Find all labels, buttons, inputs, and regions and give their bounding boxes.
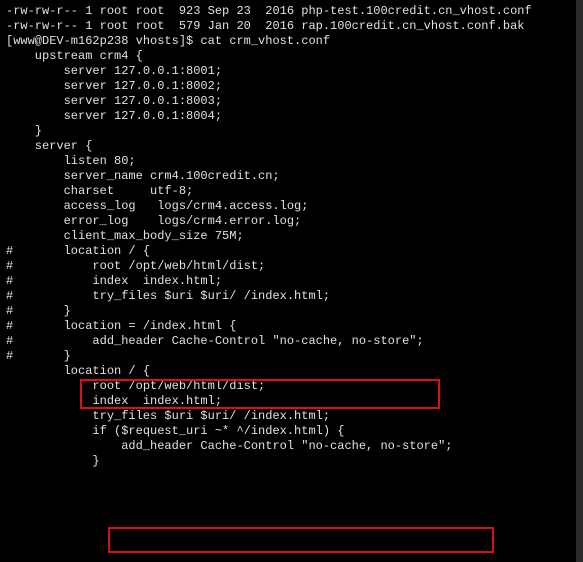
config-line-commented: # location / { <box>6 244 577 259</box>
config-line: error_log logs/crm4.error.log; <box>6 214 577 229</box>
config-line: try_files $uri $uri/ /index.html; <box>6 409 577 424</box>
config-line-commented: # } <box>6 304 577 319</box>
config-line: server 127.0.0.1:8002; <box>6 79 577 94</box>
config-line-commented: # index index.html; <box>6 274 577 289</box>
config-line: server { <box>6 139 577 154</box>
config-line: server 127.0.0.1:8004; <box>6 109 577 124</box>
config-line: location / { <box>6 364 577 379</box>
ls-output-line: -rw-rw-r-- 1 root root 923 Sep 23 2016 p… <box>6 4 577 19</box>
config-line: charset utf-8; <box>6 184 577 199</box>
annotation-highlight-box <box>108 527 494 553</box>
config-line: add_header Cache-Control "no-cache, no-s… <box>6 439 577 454</box>
prompt-user-host: [www@DEV-m162p238 vhosts]$ <box>6 34 193 48</box>
ls-output-line: -rw-rw-r-- 1 root root 579 Jan 20 2016 r… <box>6 19 577 34</box>
config-line-commented: # root /opt/web/html/dist; <box>6 259 577 274</box>
config-line-commented: # try_files $uri $uri/ /index.html; <box>6 289 577 304</box>
config-line: listen 80; <box>6 154 577 169</box>
config-line: root /opt/web/html/dist; <box>6 379 577 394</box>
config-line: server 127.0.0.1:8003; <box>6 94 577 109</box>
config-line: } <box>6 454 577 469</box>
vertical-scrollbar[interactable] <box>576 0 583 562</box>
config-line: index index.html; <box>6 394 577 409</box>
shell-command: cat crm_vhost.conf <box>200 34 330 48</box>
config-line-commented: # location = /index.html { <box>6 319 577 334</box>
config-line-commented: # add_header Cache-Control "no-cache, no… <box>6 334 577 349</box>
config-line: } <box>6 124 577 139</box>
config-line: if ($request_uri ~* ^/index.html) { <box>6 424 577 439</box>
config-line: server_name crm4.100credit.cn; <box>6 169 577 184</box>
shell-prompt-line[interactable]: [www@DEV-m162p238 vhosts]$ cat crm_vhost… <box>6 34 577 49</box>
config-line: client_max_body_size 75M; <box>6 229 577 244</box>
config-line-commented: # } <box>6 349 577 364</box>
config-line: access_log logs/crm4.access.log; <box>6 199 577 214</box>
config-line: upstream crm4 { <box>6 49 577 64</box>
config-line: server 127.0.0.1:8001; <box>6 64 577 79</box>
